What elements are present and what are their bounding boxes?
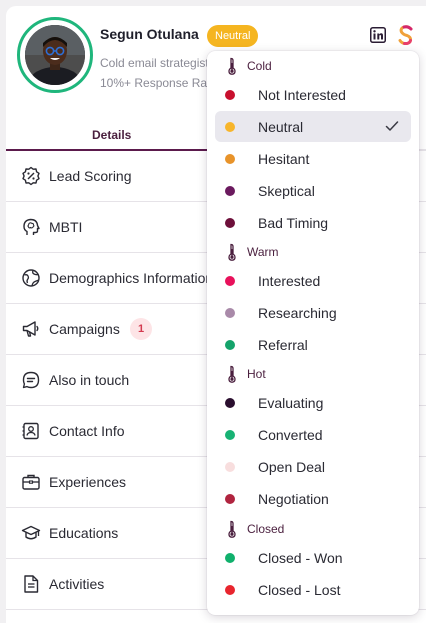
status-option-label: Researching bbox=[258, 305, 337, 321]
status-option-label: Closed - Won bbox=[258, 550, 343, 566]
status-group-cold: Cold bbox=[207, 55, 419, 77]
status-color-dot bbox=[225, 340, 235, 350]
status-option-label: Bad Timing bbox=[258, 215, 329, 231]
status-group-label: Closed bbox=[247, 522, 285, 536]
status-color-dot bbox=[225, 90, 235, 100]
section-label: Also in touch bbox=[49, 372, 130, 388]
status-option-label: Not Interested bbox=[258, 87, 346, 103]
status-color-dot bbox=[225, 154, 235, 164]
section-label: Lead Scoring bbox=[49, 168, 132, 184]
globe-icon bbox=[22, 269, 40, 287]
status-option-label: Interested bbox=[258, 273, 321, 289]
status-color-dot bbox=[225, 122, 235, 132]
status-option[interactable]: Not Interested bbox=[215, 79, 411, 110]
campaigns-count-badge: 1 bbox=[130, 318, 152, 340]
thermometer-icon bbox=[228, 57, 236, 75]
document-icon bbox=[24, 575, 39, 593]
status-color-dot bbox=[225, 308, 235, 318]
brand-logo-icon[interactable] bbox=[397, 25, 415, 45]
status-option-label: Open Deal bbox=[258, 459, 325, 475]
checkmark-icon bbox=[385, 121, 399, 131]
status-group-label: Warm bbox=[247, 245, 279, 259]
status-option[interactable]: Interested bbox=[215, 265, 411, 296]
status-color-dot bbox=[225, 218, 235, 228]
status-color-dot bbox=[225, 585, 235, 595]
status-option[interactable]: Researching bbox=[215, 297, 411, 328]
status-option[interactable]: Evaluating bbox=[215, 387, 411, 418]
avatar[interactable] bbox=[25, 25, 85, 85]
chat-icon bbox=[22, 371, 40, 389]
status-group-closed: Closed bbox=[207, 518, 419, 540]
avatar-ring bbox=[17, 17, 93, 93]
status-option[interactable]: Negotiation bbox=[215, 483, 411, 514]
status-option-label: Negotiation bbox=[258, 491, 329, 507]
section-label: Activities bbox=[49, 576, 105, 592]
section-label: Experiences bbox=[49, 474, 127, 490]
section-label: Demographics Information bbox=[49, 270, 214, 286]
megaphone-icon bbox=[22, 321, 39, 337]
status-option[interactable]: Converted bbox=[215, 419, 411, 450]
status-option[interactable]: Closed - Lost bbox=[215, 574, 411, 605]
section-label: Contact Info bbox=[49, 423, 125, 439]
status-option[interactable]: Skeptical bbox=[215, 175, 411, 206]
status-group-label: Cold bbox=[247, 59, 272, 73]
status-color-dot bbox=[225, 462, 235, 472]
status-option-label: Skeptical bbox=[258, 183, 315, 199]
status-color-dot bbox=[225, 553, 235, 563]
status-option[interactable]: Referral bbox=[215, 329, 411, 360]
status-dropdown-menu: Cold Not Interested Neutral Hesitant Skeptic… bbox=[207, 51, 419, 615]
status-option-label: Evaluating bbox=[258, 395, 324, 411]
status-option-label: Neutral bbox=[258, 119, 304, 135]
status-option-label: Converted bbox=[258, 427, 323, 443]
status-group-warm: Warm bbox=[207, 241, 419, 263]
thermometer-icon bbox=[228, 243, 236, 261]
status-color-dot bbox=[225, 494, 235, 504]
contact-headline-2: 10%+ Response Rate bbox=[100, 76, 208, 90]
lead-scoring-icon bbox=[22, 166, 40, 186]
status-color-dot bbox=[225, 430, 235, 440]
status-option-label: Referral bbox=[258, 337, 308, 353]
thermometer-icon bbox=[228, 520, 236, 538]
status-group-hot: Hot bbox=[207, 363, 419, 385]
thermometer-icon bbox=[228, 365, 236, 383]
status-color-dot bbox=[225, 186, 235, 196]
section-label: MBTI bbox=[49, 219, 83, 235]
status-badge[interactable]: Neutral bbox=[207, 25, 259, 47]
section-label: Campaigns bbox=[49, 321, 120, 337]
status-option[interactable]: Hesitant bbox=[215, 143, 411, 174]
status-option[interactable]: Neutral bbox=[215, 111, 411, 142]
briefcase-icon bbox=[22, 474, 40, 490]
section-label: Educations bbox=[49, 525, 119, 541]
status-group-label: Hot bbox=[247, 367, 266, 381]
status-option[interactable]: Open Deal bbox=[215, 451, 411, 482]
linkedin-icon[interactable] bbox=[370, 27, 386, 43]
avatar-photo bbox=[25, 25, 85, 85]
contact-card-icon bbox=[22, 422, 39, 440]
status-option[interactable]: Closed - Won bbox=[215, 542, 411, 573]
status-color-dot bbox=[225, 398, 235, 408]
status-option-label: Closed - Lost bbox=[258, 582, 341, 598]
contact-headline: Cold email strategist bbox=[100, 56, 208, 70]
tab-details[interactable]: Details bbox=[92, 128, 131, 142]
status-option[interactable]: Bad Timing bbox=[215, 207, 411, 238]
graduation-cap-icon bbox=[21, 525, 41, 540]
contact-name: Segun Otulana bbox=[100, 26, 199, 42]
status-option-label: Hesitant bbox=[258, 151, 310, 167]
brain-icon bbox=[23, 218, 40, 235]
status-color-dot bbox=[225, 276, 235, 286]
